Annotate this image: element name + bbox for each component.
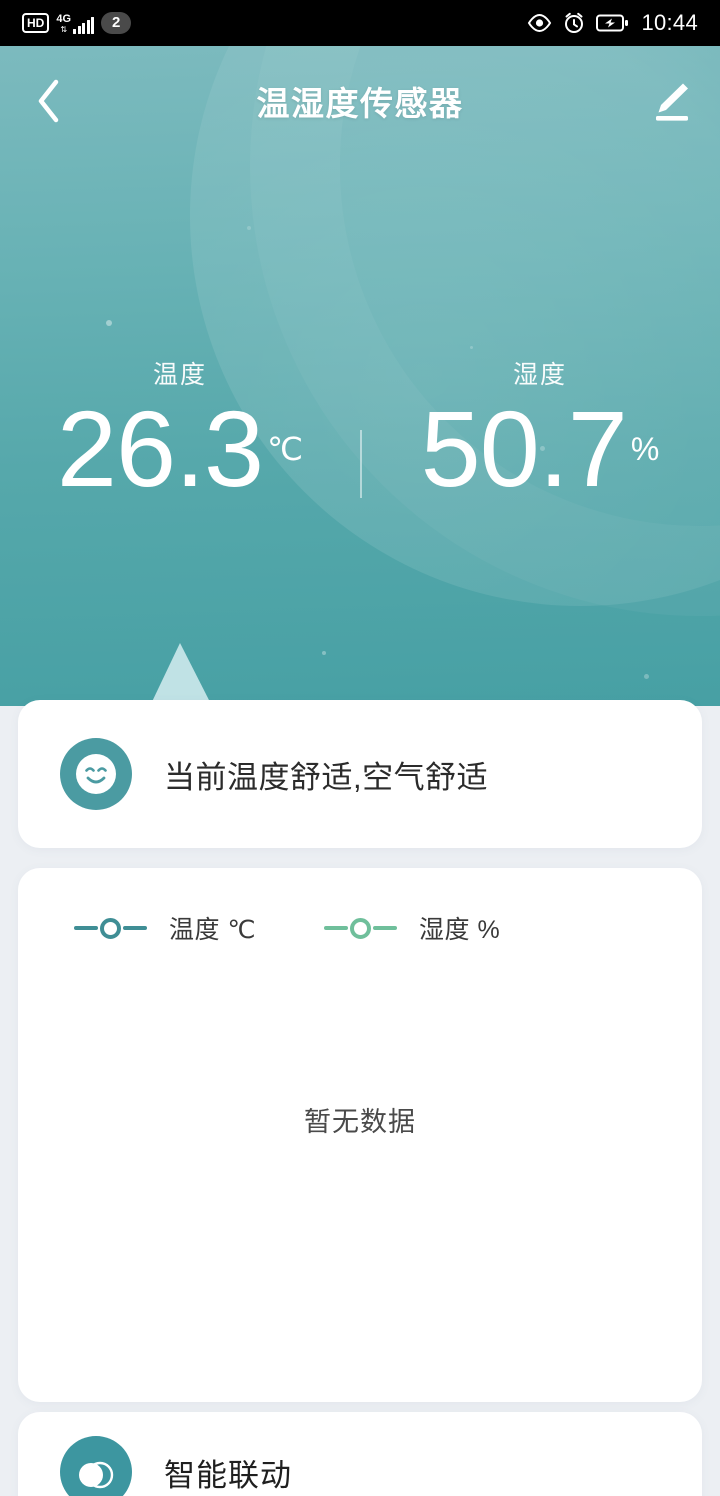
network-type-label: 4G bbox=[56, 14, 71, 25]
edit-button[interactable] bbox=[624, 46, 720, 156]
history-chart-card: 温度 ℃ 湿度 % 暂无数据 bbox=[18, 868, 702, 1402]
reading-divider bbox=[360, 430, 362, 498]
comfort-status-card[interactable]: 当前温度舒适,空气舒适 bbox=[18, 700, 702, 848]
decorative-dot bbox=[644, 674, 649, 679]
device-screen: HD 4G ⇅ 2 bbox=[0, 0, 720, 1496]
humidity-label: 湿度 bbox=[360, 355, 720, 391]
battery-charging-icon bbox=[596, 14, 628, 32]
smiley-face-icon bbox=[60, 738, 132, 810]
chart-empty-state: 暂无数据 bbox=[18, 1100, 702, 1139]
sim-slot-badge: 2 bbox=[101, 12, 131, 34]
chevron-left-icon bbox=[33, 76, 63, 126]
signal-strength-icon: 4G ⇅ bbox=[56, 12, 94, 34]
temperature-value-group: 26.3 ℃ bbox=[0, 395, 360, 503]
legend-marker-humidity bbox=[324, 918, 397, 939]
pencil-edit-icon bbox=[650, 78, 694, 124]
decorative-dot bbox=[470, 346, 473, 349]
decorative-mountain-shape bbox=[150, 643, 212, 706]
humidity-value: 50.7 bbox=[421, 395, 627, 503]
data-arrows-icon: ⇅ bbox=[60, 26, 67, 34]
decorative-dot bbox=[322, 651, 326, 655]
legend-label-temperature: 温度 ℃ bbox=[169, 910, 256, 946]
legend-marker-temperature bbox=[74, 918, 147, 939]
navigation-bar: 温湿度传感器 bbox=[0, 46, 720, 156]
hd-icon: HD bbox=[22, 13, 49, 33]
page-title: 温湿度传感器 bbox=[96, 77, 624, 125]
temperature-label: 温度 bbox=[0, 355, 360, 391]
status-bar: HD 4G ⇅ 2 bbox=[0, 0, 720, 46]
signal-bars-icon bbox=[73, 17, 94, 34]
temperature-value: 26.3 bbox=[57, 395, 263, 503]
back-button[interactable] bbox=[0, 46, 96, 156]
decorative-dot bbox=[247, 226, 251, 230]
eye-icon bbox=[527, 14, 552, 32]
humidity-unit: % bbox=[631, 433, 659, 465]
status-bar-right: 10:44 bbox=[527, 10, 698, 36]
legend-label-humidity: 湿度 % bbox=[419, 910, 500, 946]
humidity-value-group: 50.7 % bbox=[360, 395, 720, 503]
temperature-reading: 温度 26.3 ℃ bbox=[0, 355, 360, 503]
smart-linkage-title: 智能联动 bbox=[164, 1450, 292, 1495]
legend-item-humidity[interactable]: 湿度 % bbox=[324, 910, 500, 946]
chart-legend: 温度 ℃ 湿度 % bbox=[18, 868, 702, 946]
legend-item-temperature[interactable]: 温度 ℃ bbox=[74, 910, 256, 946]
status-bar-left: HD 4G ⇅ 2 bbox=[22, 12, 131, 34]
clock-time: 10:44 bbox=[641, 10, 698, 36]
smart-linkage-icon bbox=[60, 1436, 132, 1496]
smart-linkage-card[interactable]: 智能联动 bbox=[18, 1412, 702, 1496]
temperature-unit: ℃ bbox=[267, 433, 303, 465]
humidity-reading: 湿度 50.7 % bbox=[360, 355, 720, 503]
alarm-clock-icon bbox=[563, 12, 585, 34]
comfort-message: 当前温度舒适,空气舒适 bbox=[164, 752, 488, 797]
decorative-dot bbox=[106, 320, 112, 326]
